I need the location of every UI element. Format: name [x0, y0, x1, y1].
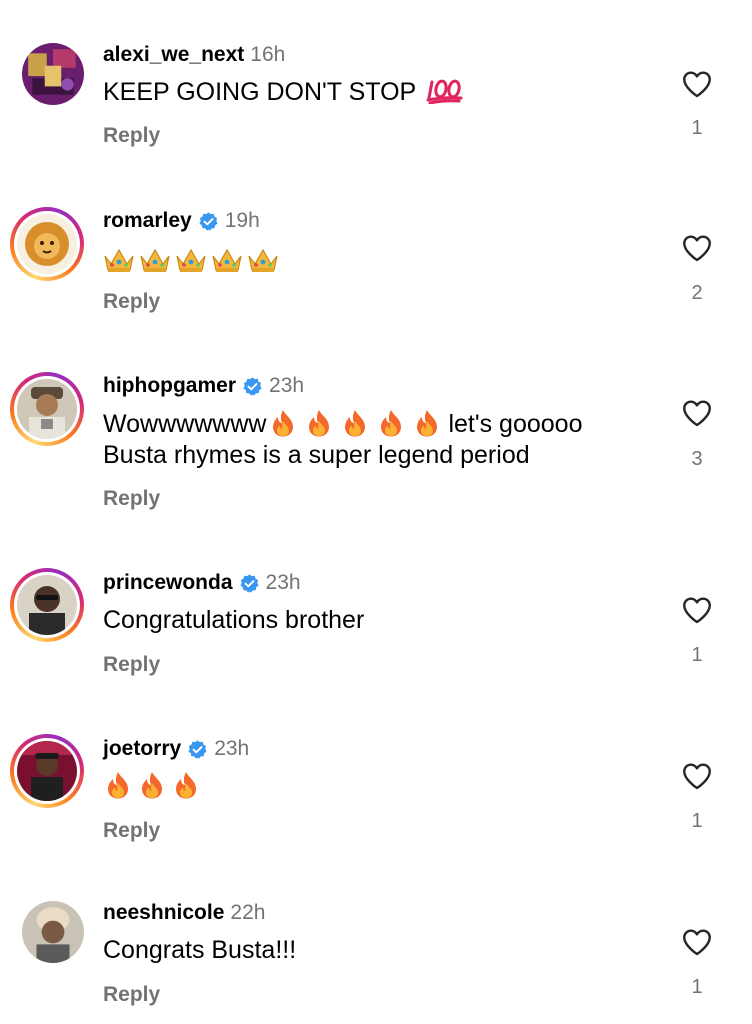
comment-text: KEEP GOING DON'T STOP	[103, 76, 464, 113]
comment-text: Congratulations brother	[103, 606, 365, 634]
fire-emoji-icon	[171, 770, 201, 800]
like-count: 1	[691, 117, 703, 139]
reply-button[interactable]: Reply	[103, 124, 160, 148]
comment-text-line2: Busta rhymes is a super legend period	[103, 441, 530, 469]
reply-button[interactable]: Reply	[103, 983, 160, 1007]
username[interactable]: romarley	[103, 209, 192, 233]
avatar[interactable]	[22, 43, 84, 105]
username[interactable]: princewonda	[103, 571, 233, 595]
like-count: 1	[691, 644, 703, 666]
avatar[interactable]	[10, 734, 84, 808]
heart-outline-icon[interactable]	[680, 759, 714, 793]
avatar[interactable]	[10, 372, 84, 446]
avatar-image	[17, 379, 77, 439]
timestamp: 22h	[230, 901, 266, 924]
verified-badge-icon	[242, 376, 263, 397]
crown-emoji-icon	[247, 246, 279, 274]
avatar[interactable]	[22, 901, 84, 963]
timestamp: 16h	[250, 43, 286, 66]
comment-meta: alexi_we_next 16h	[103, 41, 285, 69]
username[interactable]: joetorry	[103, 737, 181, 761]
comment-text: Congrats Busta!!!	[103, 936, 297, 964]
heart-outline-icon[interactable]	[680, 67, 714, 101]
verified-badge-icon	[239, 573, 260, 594]
username[interactable]: alexi_we_next	[103, 43, 244, 67]
avatar-image	[22, 901, 84, 963]
comment-text	[103, 244, 283, 277]
comment-item: alexi_we_next 16h KEEP GOING DON'T STOP …	[0, 0, 752, 165]
fire-emoji-icon	[376, 408, 406, 438]
heart-outline-icon[interactable]	[680, 925, 714, 959]
heart-outline-icon[interactable]	[680, 593, 714, 627]
timestamp: 23h	[214, 737, 250, 760]
fire-emoji-icon	[304, 408, 334, 438]
timestamp: 19h	[224, 209, 260, 232]
like-count: 1	[691, 976, 703, 998]
comment-text-end: let's gooooo	[448, 410, 583, 438]
avatar-image	[17, 214, 77, 274]
username[interactable]: hiphopgamer	[103, 374, 236, 398]
comment-text-content: KEEP GOING DON'T STOP	[103, 78, 417, 106]
comment-meta: hiphopgamer 23h	[103, 372, 304, 400]
like-count: 1	[691, 810, 703, 832]
avatar-image	[22, 43, 84, 105]
like-count: 2	[691, 282, 703, 304]
crown-emoji-icon	[139, 246, 171, 274]
reply-button[interactable]: Reply	[103, 653, 160, 677]
reply-button[interactable]: Reply	[103, 487, 160, 511]
timestamp: 23h	[269, 374, 305, 397]
comment-text	[103, 770, 205, 803]
reply-button[interactable]: Reply	[103, 290, 160, 314]
like-count: 3	[691, 448, 703, 470]
fire-emoji-icon	[268, 408, 298, 438]
comment-meta: neeshnicole 22h	[103, 899, 265, 927]
fire-emoji-icon	[340, 408, 370, 438]
crown-emoji-icon	[103, 246, 135, 274]
timestamp: 23h	[265, 571, 301, 594]
fire-emoji-icon	[137, 770, 167, 800]
verified-badge-icon	[187, 739, 208, 760]
verified-badge-icon	[198, 211, 219, 232]
crown-emoji-icon	[175, 246, 207, 274]
hundred-points-emoji-icon	[426, 78, 464, 113]
avatar[interactable]	[10, 207, 84, 281]
username[interactable]: neeshnicole	[103, 901, 224, 925]
avatar-image	[17, 741, 77, 801]
comment-meta: joetorry 23h	[103, 735, 249, 763]
avatar-image	[17, 575, 77, 635]
fire-emoji-icon	[103, 770, 133, 800]
reply-button[interactable]: Reply	[103, 819, 160, 843]
heart-outline-icon[interactable]	[680, 231, 714, 265]
fire-emoji-icon	[412, 408, 442, 438]
comment-meta: princewonda 23h	[103, 569, 301, 597]
comment-text-start: Wowwwwwww	[103, 410, 267, 438]
avatar[interactable]	[10, 568, 84, 642]
crown-emoji-icon	[211, 246, 243, 274]
comment-text: Wowwwwwww let's gooooo	[103, 408, 582, 441]
heart-outline-icon[interactable]	[680, 396, 714, 430]
comment-meta: romarley 19h	[103, 207, 260, 235]
